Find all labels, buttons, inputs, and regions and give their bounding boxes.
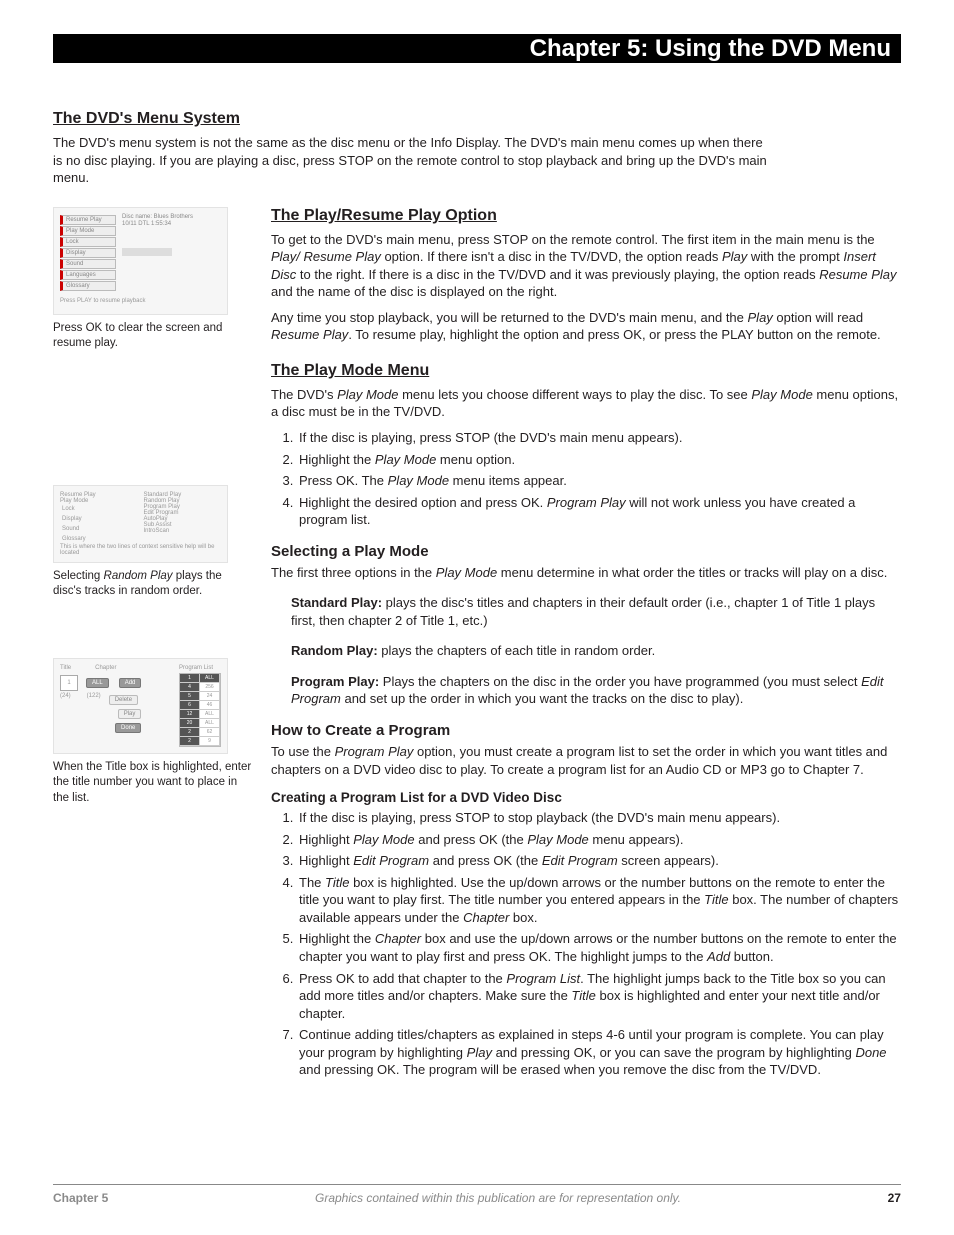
page: Chapter 5: Using the DVD Menu The DVD's … — [0, 0, 954, 1235]
section-play-resume: The Play/Resume Play Option — [271, 207, 901, 225]
footer-chapter: Chapter 5 — [53, 1191, 108, 1205]
standard-play-desc: Standard Play: plays the disc's titles a… — [291, 594, 901, 629]
list-item: Press OK. The Play Mode menu items appea… — [297, 472, 901, 490]
mock2-left-item: Glossary — [60, 534, 138, 544]
mock3-hdr-title: Title — [60, 665, 71, 671]
mock3-play-btn: Play — [118, 709, 142, 719]
howto-steps: If the disc is playing, press STOP to st… — [271, 809, 901, 1079]
mock1-item: Display — [60, 248, 116, 258]
section-play-mode: The Play Mode Menu — [271, 362, 901, 380]
screenshot-main-menu: Resume Play Play Mode Lock Display Sound… — [53, 207, 228, 315]
mock2-help: This is where the two lines of context s… — [60, 544, 221, 556]
mock3-all-btn: ALL — [86, 678, 109, 688]
playmode-lead: The DVD's Play Mode menu lets you choose… — [271, 386, 901, 421]
mock1-disc-time: 10/11 DTL 1:55:34 — [122, 221, 193, 228]
selecting-lead: The first three options in the Play Mode… — [271, 564, 901, 582]
mock3-t2: (122) — [87, 693, 101, 707]
list-item: Highlight the Play Mode menu option. — [297, 451, 901, 469]
mock3-program-list: 1ALL 4256 524 646 12ALL 20ALL 262 29 — [179, 673, 221, 747]
screenshot-play-mode: Resume Play Play Mode Lock Display Sound… — [53, 485, 228, 563]
page-footer: Chapter 5 Graphics contained within this… — [53, 1184, 901, 1205]
mock1-item: Lock — [60, 237, 116, 247]
mock2-left-item: Sound — [60, 524, 138, 534]
mock1-item: Resume Play — [60, 215, 116, 225]
chapter-title: Chapter 5: Using the DVD Menu — [530, 35, 891, 62]
mock2-left-item: Lock — [60, 504, 138, 514]
mock1-item: Languages — [60, 270, 116, 280]
list-item: Highlight the desired option and press O… — [297, 494, 901, 529]
list-item: The Title box is highlighted. Use the up… — [297, 874, 901, 927]
program-play-desc: Program Play: Plays the chapters on the … — [291, 673, 901, 708]
mock3-delete-btn: Delete — [109, 695, 138, 705]
list-item: If the disc is playing, press STOP (the … — [297, 429, 901, 447]
section-creating-program-list: Creating a Program List for a DVD Video … — [271, 790, 901, 805]
howto-lead: To use the Program Play option, you must… — [271, 743, 901, 778]
mock3-hdr-chapter: Chapter — [95, 665, 116, 671]
screenshot-edit-program: Title Chapter 1 ALL Add (24) (122) — [53, 658, 228, 754]
chapter-header-bar: Chapter 5: Using the DVD Menu — [53, 34, 901, 63]
mock1-item: Play Mode — [60, 226, 116, 236]
mock1-disc-name: Disc name: Blues Brothers — [122, 214, 193, 221]
list-item: If the disc is playing, press STOP to st… — [297, 809, 901, 827]
mock3-add-btn: Add — [119, 678, 142, 688]
list-item: Continue adding titles/chapters as expla… — [297, 1026, 901, 1079]
playresume-p2: Any time you stop playback, you will be … — [271, 309, 901, 344]
section-selecting-play-mode: Selecting a Play Mode — [271, 543, 901, 560]
mock3-hdr-proglist: Program List — [179, 665, 221, 671]
list-item: Highlight Play Mode and press OK (the Pl… — [297, 831, 901, 849]
mock1-item: Sound — [60, 259, 116, 269]
mock2-right-item: IntroScan — [144, 528, 222, 534]
section-how-to-create: How to Create a Program — [271, 722, 901, 739]
section-dvd-menu-system: The DVD's Menu System — [53, 110, 901, 128]
playresume-p1: To get to the DVD's main menu, press STO… — [271, 231, 901, 301]
intro-paragraph: The DVD's menu system is not the same as… — [53, 134, 773, 187]
mock3-done-btn: Done — [115, 723, 141, 733]
mock1-help: Press PLAY to resume playback — [60, 298, 221, 304]
mock1-item: Glossary — [60, 281, 116, 291]
list-item: Press OK to add that chapter to the Prog… — [297, 970, 901, 1023]
mock1-caption: Press OK to clear the screen and resume … — [53, 321, 253, 352]
footer-page-number: 27 — [888, 1191, 901, 1205]
mock2-caption: Selecting Random Play plays the disc's t… — [53, 569, 253, 600]
playmode-steps: If the disc is playing, press STOP (the … — [271, 429, 901, 529]
mock3-caption: When the Title box is highlighted, enter… — [53, 760, 253, 807]
list-item: Highlight the Chapter box and use the up… — [297, 930, 901, 965]
mock2-left-item: Display — [60, 514, 138, 524]
mock3-title-box: 1 — [60, 675, 78, 691]
list-item: Highlight Edit Program and press OK (the… — [297, 852, 901, 870]
footer-disclaimer: Graphics contained within this publicati… — [315, 1191, 681, 1205]
random-play-desc: Random Play: plays the chapters of each … — [291, 642, 901, 660]
mock3-t1: (24) — [60, 693, 71, 707]
